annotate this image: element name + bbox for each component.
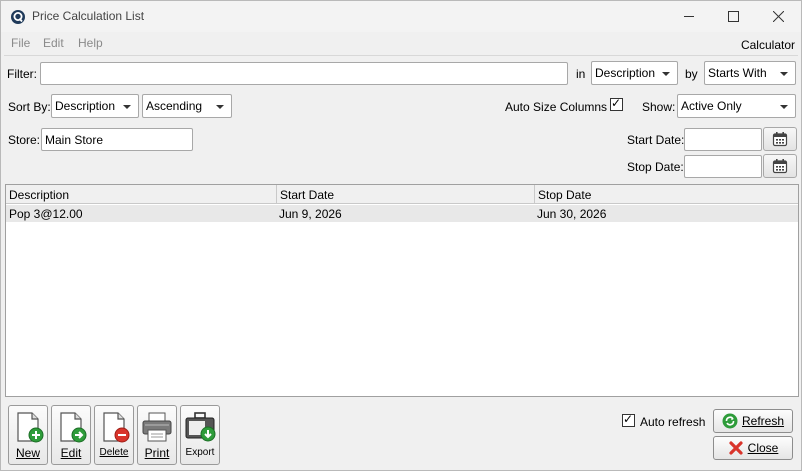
filter-input[interactable]	[40, 62, 568, 85]
close-button[interactable]: Close	[713, 436, 793, 460]
sort-field-value: Description	[55, 99, 116, 113]
chevron-down-icon	[662, 72, 670, 76]
auto-size-columns-label: Auto Size Columns	[505, 100, 608, 114]
column-header-stop-date[interactable]: Stop Date	[535, 185, 798, 204]
start-date-label: Start Date:	[627, 133, 685, 147]
printer-icon	[142, 412, 172, 442]
menu-bar: File Edit Help Calculator	[1, 32, 801, 54]
chevron-down-icon	[216, 105, 224, 109]
sort-by-label: Sort By:	[8, 100, 51, 114]
export-button-label: Export	[185, 447, 215, 458]
title-bar[interactable]: Price Calculation List	[1, 1, 801, 32]
show-label: Show:	[642, 100, 676, 114]
chevron-down-icon	[123, 105, 131, 109]
chevron-down-icon	[780, 72, 788, 76]
new-button-label: New	[15, 446, 40, 460]
refresh-icon	[722, 413, 738, 429]
stop-date-input[interactable]	[684, 155, 762, 178]
menu-edit[interactable]: Edit	[43, 36, 64, 50]
price-calculation-table[interactable]: Description Start Date Stop Date Pop 3@1…	[5, 184, 799, 397]
column-header-description[interactable]: Description	[6, 185, 277, 204]
delete-button-label: Delete	[99, 447, 129, 458]
store-input[interactable]	[41, 128, 193, 151]
cell-start-date: Jun 9, 2026	[279, 207, 342, 221]
delete-button[interactable]: Delete	[94, 405, 134, 465]
sort-order-select[interactable]: Ascending	[142, 94, 232, 118]
show-select[interactable]: Active Only	[677, 94, 796, 118]
close-x-icon	[729, 441, 743, 455]
auto-size-columns-checkbox[interactable]: ✓	[610, 96, 623, 111]
calculator-label: Calculator	[740, 38, 795, 52]
chevron-down-icon	[780, 105, 788, 109]
checkmark-icon: ✓	[611, 96, 622, 110]
print-button[interactable]: Print	[137, 405, 177, 465]
calendar-icon	[772, 159, 788, 174]
start-date-input[interactable]	[684, 128, 762, 151]
stop-date-label: Stop Date:	[627, 160, 684, 174]
table-row[interactable]: Pop 3@12.00 Jun 9, 2026 Jun 30, 2026	[6, 205, 798, 222]
stop-date-picker-button[interactable]	[763, 154, 797, 178]
filter-in-label: in	[576, 67, 586, 81]
sort-field-select[interactable]: Description	[51, 94, 139, 118]
column-header-start-date[interactable]: Start Date	[277, 185, 535, 204]
maximize-icon	[727, 11, 739, 22]
maximize-button[interactable]	[710, 1, 756, 32]
filter-by-label: by	[685, 67, 698, 81]
filter-field-value: Description	[595, 66, 656, 80]
menu-help[interactable]: Help	[78, 36, 103, 50]
store-label: Store:	[8, 133, 41, 147]
close-button-label: Close	[747, 441, 779, 455]
menu-file[interactable]: File	[11, 36, 30, 50]
print-button-label: Print	[144, 446, 170, 460]
new-document-icon	[17, 412, 44, 443]
edit-button[interactable]: Edit	[51, 405, 91, 465]
app-logo-icon	[11, 10, 25, 24]
sort-order-value: Ascending	[146, 99, 203, 113]
new-button[interactable]: New	[8, 405, 48, 465]
checkmark-icon: ✓	[623, 412, 634, 426]
window-title: Price Calculation List	[32, 9, 145, 23]
close-window-button[interactable]	[755, 1, 801, 32]
edit-document-icon	[60, 412, 87, 443]
filter-mode-select[interactable]: Starts With	[704, 61, 796, 85]
edit-button-label: Edit	[60, 446, 82, 460]
filter-field-select[interactable]: Description	[591, 61, 678, 85]
filter-label: Filter:	[7, 67, 37, 81]
auto-refresh-label: Auto refresh	[640, 415, 706, 429]
filter-mode-value: Starts With	[708, 66, 767, 80]
delete-document-icon	[103, 412, 130, 443]
refresh-button-label: Refresh	[741, 414, 785, 428]
cell-stop-date: Jun 30, 2026	[537, 207, 607, 221]
start-date-picker-button[interactable]	[763, 127, 797, 151]
calendar-icon	[772, 132, 788, 147]
show-value: Active Only	[681, 99, 742, 113]
minimize-icon	[683, 16, 694, 17]
table-header: Description Start Date Stop Date	[6, 185, 798, 204]
auto-refresh-checkbox[interactable]: ✓	[622, 412, 635, 427]
minimize-button[interactable]	[666, 1, 712, 32]
menu-separator	[4, 55, 798, 56]
price-calculation-window: Price Calculation List File Edit Help Ca…	[0, 0, 802, 471]
export-button[interactable]: Export	[180, 405, 220, 465]
refresh-button[interactable]: Refresh	[713, 409, 793, 433]
close-icon	[772, 11, 784, 22]
export-briefcase-icon	[185, 412, 216, 442]
cell-description: Pop 3@12.00	[9, 207, 83, 221]
